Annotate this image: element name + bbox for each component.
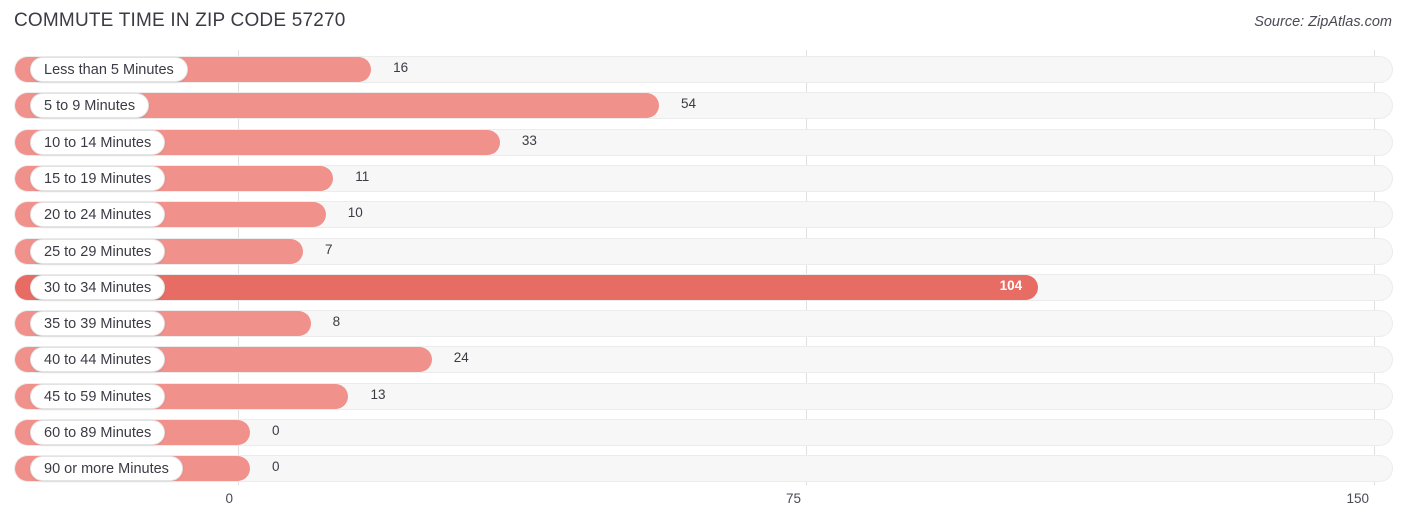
bar-row[interactable]: 60 to 89 Minutes 0 (14, 419, 1393, 446)
category-label: 10 to 14 Minutes (30, 129, 166, 155)
x-axis: 0 75 150 (0, 485, 1406, 523)
bar-row[interactable]: 10 to 14 Minutes 33 (14, 128, 1393, 156)
bar-value-label: 10 (347, 205, 363, 221)
commute-time-bar-chart: COMMUTE TIME IN ZIP CODE 57270 Source: Z… (0, 0, 1406, 523)
plot-area: Less than 5 Minutes 16 5 to 9 Minutes 54 10 … (0, 50, 1406, 485)
bar-value-label: 16 (393, 60, 409, 75)
source-attribution: Source: ZipAtlas.com (1254, 14, 1392, 30)
category-label: 30 to 34 Minutes (30, 274, 166, 300)
bar-value-label: 8 (332, 314, 341, 330)
category-label: 45 to 59 Minutes (30, 383, 166, 409)
category-label: 90 or more Minutes (30, 456, 183, 482)
bar-row[interactable]: 30 to 34 Minutes 104 (14, 273, 1393, 301)
bar-value-label: 24 (453, 350, 469, 366)
bar-row[interactable]: 40 to 44 Minutes 24 (14, 346, 1393, 374)
category-label: 25 to 29 Minutes (30, 238, 166, 264)
bar-row[interactable]: 90 or more Minutes 0 (14, 455, 1393, 483)
category-label: 35 to 39 Minutes (30, 311, 166, 337)
bar-row[interactable]: 35 to 39 Minutes 8 (14, 310, 1393, 338)
bar-row[interactable]: 5 to 9 Minutes 54 (14, 92, 1393, 120)
category-label: 60 to 89 Minutes (30, 420, 166, 445)
page-title: COMMUTE TIME IN ZIP CODE 57270 (14, 10, 346, 31)
category-label: 20 to 24 Minutes (30, 202, 166, 228)
bar-rows: Less than 5 Minutes 16 5 to 9 Minutes 54 10 … (0, 50, 1406, 485)
bar-row[interactable]: 15 to 19 Minutes 11 (14, 164, 1393, 192)
x-axis-tick-label: 0 (225, 491, 233, 506)
bar-row[interactable]: 45 to 59 Minutes 13 (14, 382, 1393, 410)
category-label: 15 to 19 Minutes (30, 165, 166, 191)
bar[interactable] (15, 274, 1038, 300)
bar-value-label: 13 (370, 386, 386, 402)
x-axis-tick-label: 150 (1346, 491, 1369, 506)
bar-value-label: 54 (680, 96, 696, 112)
category-label: Less than 5 Minutes (30, 57, 188, 82)
category-label: 40 to 44 Minutes (30, 347, 166, 373)
bar-value-label: 33 (521, 132, 537, 148)
bar-value-label: 11 (355, 168, 370, 184)
bar-row[interactable]: Less than 5 Minutes 16 (14, 56, 1393, 83)
category-label: 5 to 9 Minutes (30, 93, 150, 119)
x-axis-tick-label: 75 (785, 491, 801, 506)
bar-value-label: 0 (272, 423, 280, 438)
bar-value-label: 104 (999, 277, 1023, 293)
bar-value-label: 7 (325, 241, 333, 257)
bar-value-label: 0 (272, 459, 280, 475)
bar-row[interactable]: 25 to 29 Minutes 7 (14, 237, 1393, 265)
bar-row[interactable]: 20 to 24 Minutes 10 (14, 201, 1393, 229)
